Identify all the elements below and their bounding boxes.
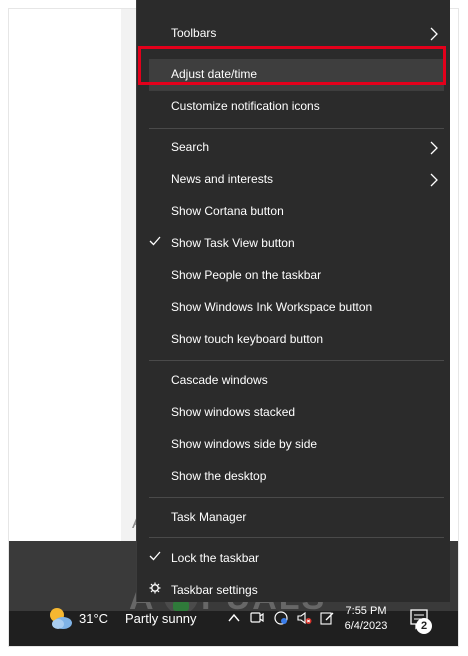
taskbar-context-menu: Toolbars Adjust date/time Customize noti… <box>136 0 450 602</box>
menu-item-label: Customize notification icons <box>171 99 320 113</box>
chevron-right-icon <box>430 141 438 155</box>
partly-sunny-icon[interactable] <box>46 604 74 632</box>
weather-temperature[interactable]: 31°C <box>79 611 108 626</box>
menu-item-label: Search <box>171 140 210 154</box>
menu-item-show-windows-ink-workspace-button[interactable]: Show Windows Ink Workspace button <box>137 292 450 324</box>
menu-item-show-windows-side-by-side[interactable]: Show windows side by side <box>137 429 450 461</box>
menu-item-adjust-date-time[interactable]: Adjust date/time <box>149 59 444 91</box>
menu-item-label: Taskbar settings <box>171 583 258 597</box>
menu-separator <box>149 537 444 538</box>
menu-separator <box>149 128 444 129</box>
menu-item-show-people-on-taskbar[interactable]: Show People on the taskbar <box>137 260 450 292</box>
menu-item-show-task-view-button[interactable]: Show Task View button <box>137 228 450 260</box>
notification-count-badge: 2 <box>416 618 432 634</box>
menu-item-search[interactable]: Search <box>137 132 450 164</box>
menu-item-label: Cascade windows <box>171 373 268 387</box>
menu-item-label: Show Windows Ink Workspace button <box>171 300 373 314</box>
network-icon[interactable] <box>273 610 289 626</box>
chevron-up-icon[interactable] <box>226 610 242 626</box>
menu-item-task-manager[interactable]: Task Manager <box>137 502 450 534</box>
menu-item-customize-notification-icons[interactable]: Customize notification icons <box>137 91 450 123</box>
menu-item-label: Show the desktop <box>171 469 267 483</box>
menu-separator <box>149 497 444 498</box>
gear-icon <box>149 582 161 594</box>
clock-time: 7:55 PM <box>345 605 387 617</box>
menu-item-label: Show windows stacked <box>171 405 296 419</box>
menu-item-show-touch-keyboard-button[interactable]: Show touch keyboard button <box>137 324 450 356</box>
edit-icon[interactable] <box>319 610 335 626</box>
menu-item-cascade-windows[interactable]: Cascade windows <box>137 365 450 397</box>
chevron-right-icon <box>430 27 438 41</box>
menu-item-label: Show windows side by side <box>171 437 318 451</box>
menu-item-label: Show touch keyboard button <box>171 332 324 346</box>
menu-item-label: Show Cortana button <box>171 204 284 218</box>
menu-item-lock-the-taskbar[interactable]: Lock the taskbar <box>137 543 450 575</box>
menu-item-label: Lock the taskbar <box>171 551 260 565</box>
menu-item-label: Task Manager <box>171 510 247 524</box>
menu-item-label: Show People on the taskbar <box>171 268 322 282</box>
volume-muted-icon[interactable] <box>296 610 312 626</box>
checkmark-icon <box>149 551 161 561</box>
chevron-right-icon <box>430 173 438 187</box>
menu-item-show-the-desktop[interactable]: Show the desktop <box>137 461 450 493</box>
menu-item-label: Toolbars <box>171 26 217 40</box>
menu-item-taskbar-settings[interactable]: Taskbar settings <box>137 575 450 607</box>
taskbar-clock[interactable]: 7:55 PM 6/4/2023 <box>338 605 394 632</box>
menu-item-news-and-interests[interactable]: News and interests <box>137 164 450 196</box>
menu-item-show-windows-stacked[interactable]: Show windows stacked <box>137 397 450 429</box>
menu-item-label: Show Task View button <box>171 236 295 250</box>
weather-condition[interactable]: Partly sunny <box>125 611 197 626</box>
clock-date: 6/4/2023 <box>344 620 388 632</box>
menu-item-show-cortana-button[interactable]: Show Cortana button <box>137 196 450 228</box>
menu-item-label: News and interests <box>171 172 274 186</box>
meet-now-icon[interactable] <box>249 610 265 626</box>
menu-item-toolbars[interactable]: Toolbars <box>137 18 450 50</box>
menu-item-label: Adjust date/time <box>171 67 258 81</box>
checkmark-icon <box>149 236 161 246</box>
menu-separator <box>149 360 444 361</box>
